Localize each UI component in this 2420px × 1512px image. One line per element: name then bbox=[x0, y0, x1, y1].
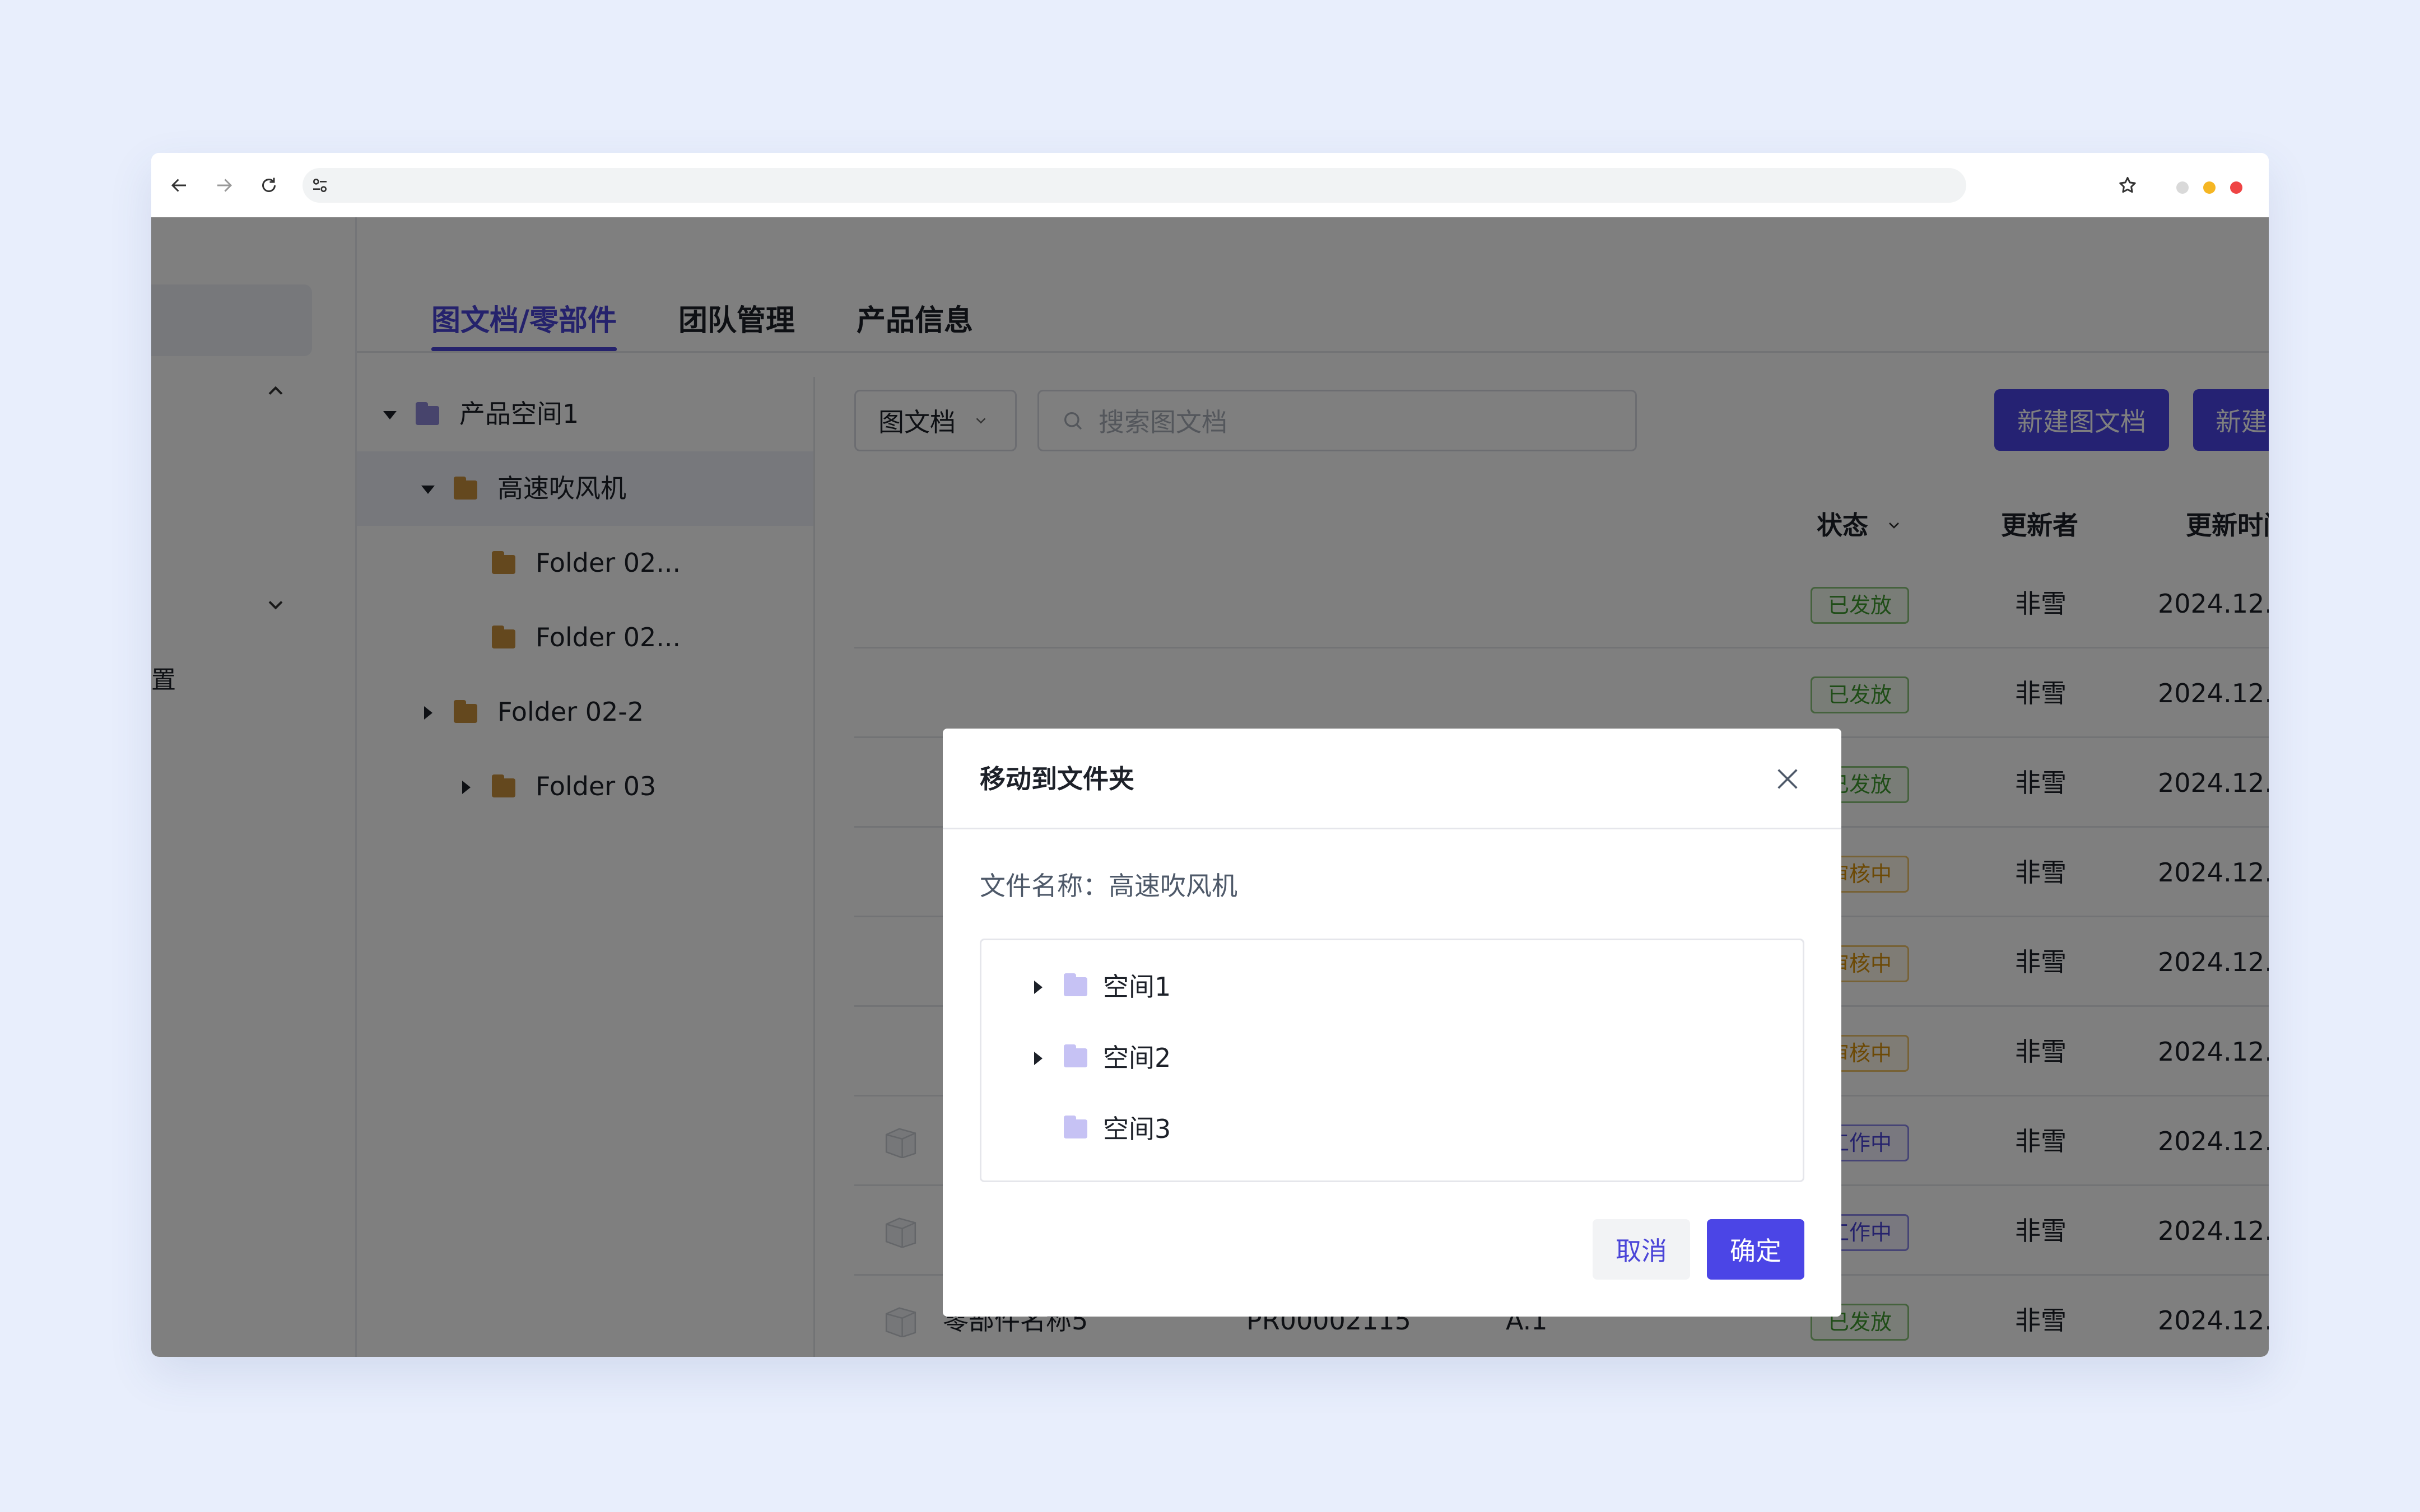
app-content: 置 图文档/零部件 团队管理 产品信息 产品空间1高速吹风机Folder 02.… bbox=[151, 217, 2269, 1357]
destination-folder-item[interactable]: 空间2 bbox=[981, 1023, 1803, 1094]
move-to-folder-dialog: 移动到文件夹 文件名称： 高速吹风机 空间1 空间2 空间3 取消 确定 bbox=[943, 729, 1841, 1317]
close-icon[interactable] bbox=[1772, 763, 1803, 795]
file-name-row: 文件名称： 高速吹风机 bbox=[980, 866, 1237, 903]
back-icon[interactable] bbox=[164, 170, 195, 201]
browser-window: 置 图文档/零部件 团队管理 产品信息 产品空间1高速吹风机Folder 02.… bbox=[151, 153, 2269, 1357]
confirm-button[interactable]: 确定 bbox=[1707, 1219, 1804, 1280]
browser-toolbar bbox=[151, 153, 2269, 217]
destination-folder-label: 空间2 bbox=[1103, 1043, 1171, 1073]
file-name-value: 高速吹风机 bbox=[1109, 871, 1237, 901]
destination-folder-item[interactable]: 空间3 bbox=[981, 1094, 1803, 1165]
dialog-title: 移动到文件夹 bbox=[980, 764, 1134, 794]
window-dot-yellow[interactable] bbox=[2203, 181, 2216, 194]
window-dot-gray[interactable] bbox=[2176, 181, 2189, 194]
forward-icon[interactable] bbox=[208, 170, 240, 201]
destination-folder-label: 空间1 bbox=[1103, 972, 1171, 1002]
folder-icon bbox=[1064, 1116, 1087, 1138]
window-dot-red[interactable] bbox=[2230, 181, 2242, 194]
bookmark-star-icon[interactable] bbox=[2118, 175, 2138, 195]
caret-right-icon[interactable] bbox=[1034, 981, 1043, 994]
destination-folder-tree: 空间1 空间2 空间3 bbox=[980, 939, 1804, 1182]
destination-folder-item[interactable]: 空间1 bbox=[981, 951, 1803, 1023]
folder-icon bbox=[1064, 1044, 1087, 1067]
caret-right-icon[interactable] bbox=[1034, 1052, 1043, 1065]
reload-icon[interactable] bbox=[253, 170, 285, 201]
destination-folder-label: 空间3 bbox=[1103, 1114, 1171, 1144]
folder-icon bbox=[1064, 973, 1087, 996]
file-name-label: 文件名称： bbox=[980, 871, 1109, 901]
cancel-button[interactable]: 取消 bbox=[1593, 1219, 1690, 1280]
address-bar[interactable] bbox=[302, 168, 1966, 203]
site-settings-icon[interactable] bbox=[311, 176, 329, 194]
dialog-header: 移动到文件夹 bbox=[943, 729, 1841, 829]
